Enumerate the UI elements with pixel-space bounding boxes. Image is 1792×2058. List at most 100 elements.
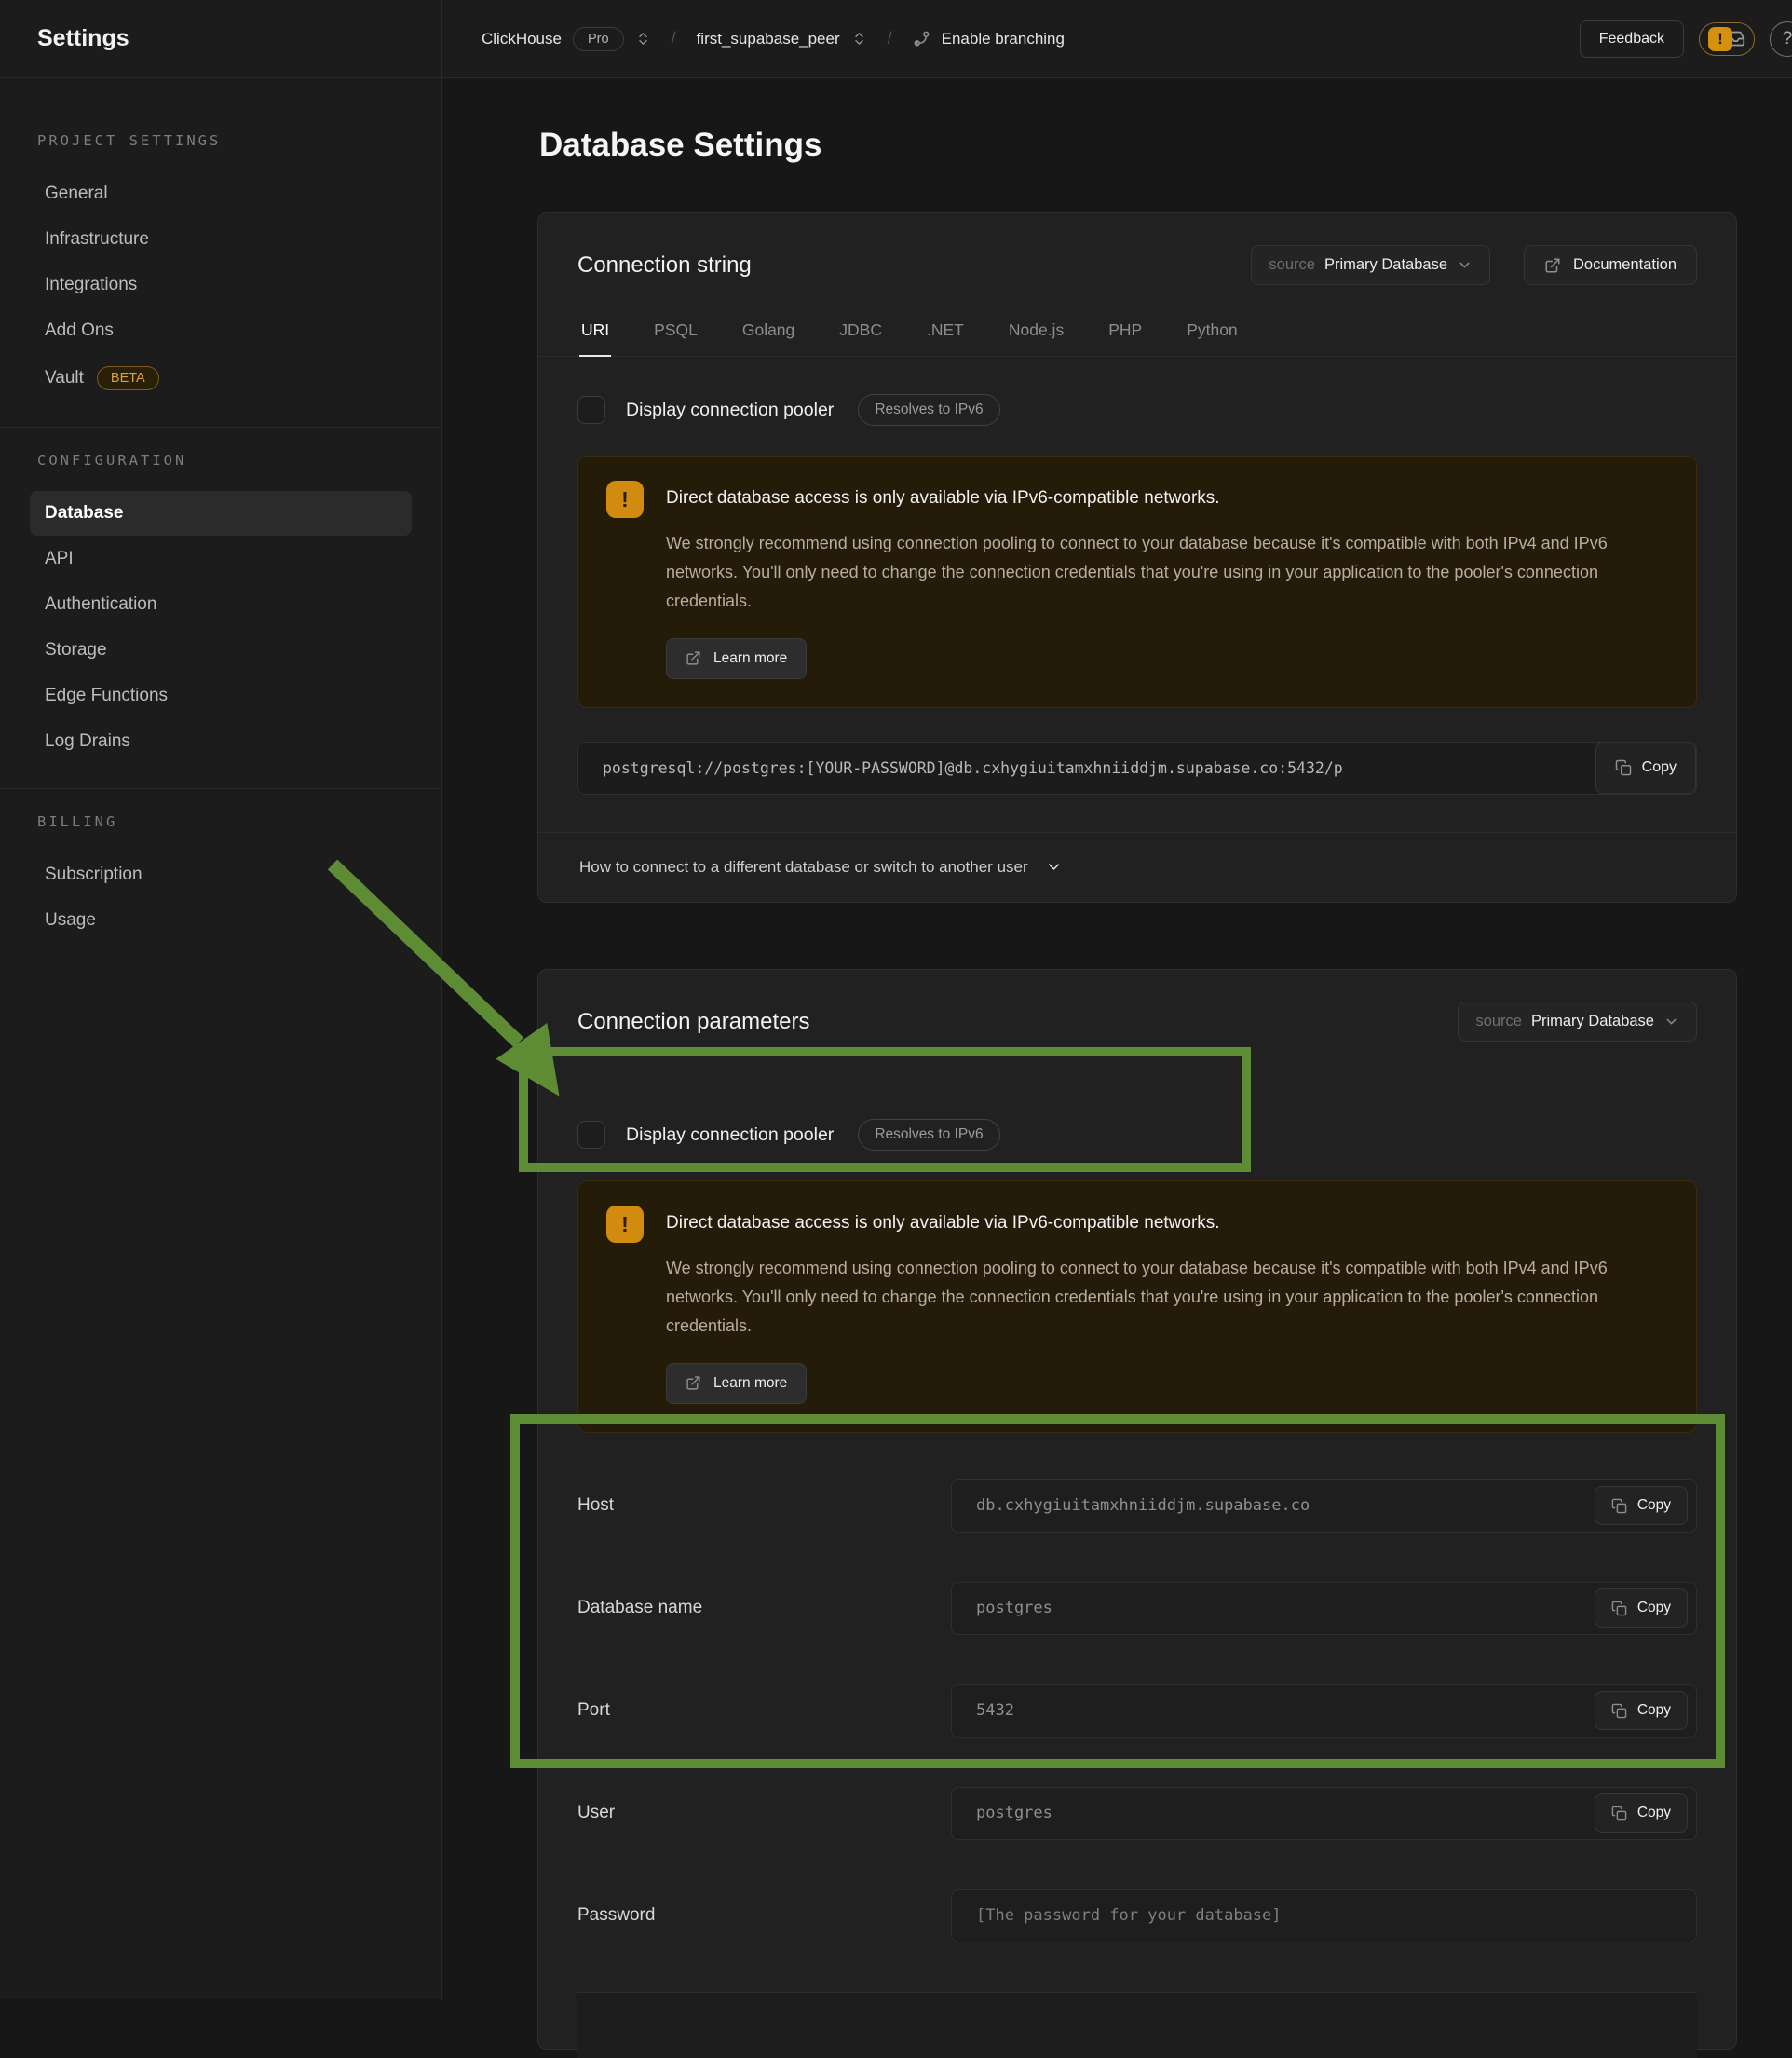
database-name-field-row: Database name postgres Copy: [577, 1582, 1697, 1635]
beta-badge: BETA: [97, 366, 159, 390]
learn-more-button[interactable]: Learn more: [666, 1363, 807, 1404]
tab-php[interactable]: PHP: [1106, 313, 1144, 356]
sidebar-item-integrations[interactable]: Integrations: [30, 263, 412, 307]
sidebar-item-authentication[interactable]: Authentication: [30, 582, 412, 627]
help-button[interactable]: ?: [1770, 21, 1792, 57]
database-name-label: Database name: [577, 1598, 951, 1618]
connect-help-expander[interactable]: How to connect to a different database o…: [538, 832, 1736, 902]
host-field[interactable]: db.cxhygiuitamxhniiddjm.supabase.co Copy: [951, 1479, 1697, 1533]
chevrons-up-down-icon[interactable]: [635, 31, 651, 47]
section-label-billing: BILLING: [37, 813, 404, 830]
section-label-project-settings: PROJECT SETTINGS: [37, 132, 404, 149]
port-value: 5432: [952, 1701, 1014, 1720]
password-field[interactable]: [951, 1889, 1697, 1942]
connection-parameter-fields: Host db.cxhygiuitamxhniiddjm.supabase.co…: [577, 1479, 1697, 1942]
sidebar-item-subscription[interactable]: Subscription: [30, 852, 412, 897]
copy-host-button[interactable]: Copy: [1595, 1486, 1688, 1525]
copy-uri-button[interactable]: Copy: [1595, 743, 1696, 794]
copy-icon: [1611, 1806, 1627, 1821]
tab-python[interactable]: Python: [1185, 313, 1239, 356]
host-label: Host: [577, 1495, 951, 1516]
connection-parameters-card: Connection parameters source Primary Dat…: [537, 969, 1737, 2050]
copy-icon: [1611, 1703, 1627, 1719]
warning-title: Direct database access is only available…: [666, 1206, 1220, 1233]
display-connection-pooler-checkbox[interactable]: [577, 1121, 605, 1149]
tab-dotnet[interactable]: .NET: [925, 313, 966, 356]
copy-user-button[interactable]: Copy: [1595, 1793, 1688, 1833]
sidebar-item-edge-functions[interactable]: Edge Functions: [30, 674, 412, 718]
user-field-row: User postgres Copy: [577, 1787, 1697, 1840]
section-label-configuration: CONFIGURATION: [37, 452, 404, 469]
connection-string-tabs: URI PSQL Golang JDBC .NET Node.js PHP Py…: [538, 313, 1736, 357]
tab-uri[interactable]: URI: [579, 313, 611, 357]
resolves-to-ipv6-badge: Resolves to IPv6: [858, 394, 999, 426]
sidebar-item-database[interactable]: Database: [30, 491, 412, 536]
ipv6-warning-callout: ! Direct database access is only availab…: [577, 1180, 1697, 1433]
sidebar-item-vault[interactable]: Vault BETA: [30, 354, 412, 402]
sidebar-item-storage[interactable]: Storage: [30, 628, 412, 673]
card-footer: [577, 1993, 1697, 2058]
settings-sidebar: PROJECT SETTINGS General Infrastructure …: [0, 78, 442, 1999]
main-content: Database Settings Connection string sour…: [442, 78, 1792, 1999]
breadcrumb-separator: /: [888, 29, 892, 48]
port-field-row: Port 5432 Copy: [577, 1684, 1697, 1738]
user-field[interactable]: postgres Copy: [951, 1787, 1697, 1840]
breadcrumb-org[interactable]: ClickHouse Pro: [482, 27, 651, 51]
project-name: first_supabase_peer: [697, 30, 840, 48]
connection-uri-field[interactable]: postgresql://postgres:[YOUR-PASSWORD]@db…: [577, 742, 1697, 795]
enable-branching-button[interactable]: Enable branching: [913, 30, 1065, 48]
port-label: Port: [577, 1700, 951, 1721]
sidebar-section-project-settings: PROJECT SETTINGS General Infrastructure …: [0, 132, 441, 402]
sidebar-item-usage[interactable]: Usage: [30, 898, 412, 943]
sidebar-item-infrastructure[interactable]: Infrastructure: [30, 217, 412, 262]
connect-help-label: How to connect to a different database o…: [579, 858, 1028, 877]
tab-nodejs[interactable]: Node.js: [1007, 313, 1066, 356]
feedback-button[interactable]: Feedback: [1580, 20, 1684, 58]
ipv6-warning-callout: ! Direct database access is only availab…: [577, 456, 1697, 708]
copy-icon: [1615, 759, 1632, 776]
copy-icon: [1611, 1498, 1627, 1514]
tab-golang[interactable]: Golang: [740, 313, 796, 356]
header-actions: Feedback ! ?: [1580, 20, 1792, 58]
sidebar-section-billing: BILLING Subscription Usage: [0, 813, 441, 943]
database-name-field[interactable]: postgres Copy: [951, 1582, 1697, 1635]
display-connection-pooler-checkbox[interactable]: [577, 396, 605, 424]
org-name: ClickHouse: [482, 30, 562, 48]
port-field[interactable]: 5432 Copy: [951, 1684, 1697, 1738]
sidebar-item-add-ons[interactable]: Add Ons: [30, 308, 412, 353]
sidebar-item-general[interactable]: General: [30, 171, 412, 216]
connection-uri-value: postgresql://postgres:[YOUR-PASSWORD]@db…: [578, 759, 1343, 777]
copy-database-name-button[interactable]: Copy: [1595, 1588, 1688, 1628]
breadcrumb-project[interactable]: first_supabase_peer: [697, 30, 867, 48]
breadcrumb-separator: /: [672, 29, 676, 48]
source-select[interactable]: source Primary Database: [1251, 245, 1490, 285]
warning-body: We strongly recommend using connection p…: [666, 1254, 1663, 1341]
sidebar-item-log-drains[interactable]: Log Drains: [30, 719, 412, 764]
alert-badge-icon: !: [1708, 27, 1732, 51]
password-input[interactable]: [952, 1890, 1696, 1942]
external-link-icon: [1544, 257, 1561, 274]
top-bar: Settings ClickHouse Pro / first_supabase…: [0, 0, 1792, 78]
breadcrumb: ClickHouse Pro / first_supabase_peer / E…: [482, 27, 1065, 51]
org-plan-badge: Pro: [573, 27, 624, 51]
source-value: Primary Database: [1324, 256, 1447, 274]
learn-more-button[interactable]: Learn more: [666, 638, 807, 679]
database-name-value: postgres: [952, 1599, 1052, 1617]
user-value: postgres: [952, 1804, 1052, 1822]
source-select[interactable]: source Primary Database: [1458, 1002, 1697, 1042]
copy-port-button[interactable]: Copy: [1595, 1691, 1688, 1730]
connection-string-title: Connection string: [577, 252, 752, 279]
notifications-button[interactable]: !: [1699, 22, 1755, 56]
sidebar-item-api[interactable]: API: [30, 537, 412, 581]
source-value: Primary Database: [1531, 1013, 1654, 1030]
sidebar-divider: [0, 788, 441, 789]
copy-icon: [1611, 1601, 1627, 1616]
tab-psql[interactable]: PSQL: [652, 313, 699, 356]
host-field-row: Host db.cxhygiuitamxhniiddjm.supabase.co…: [577, 1479, 1697, 1533]
chevron-down-icon: [1663, 1014, 1679, 1029]
tab-jdbc[interactable]: JDBC: [837, 313, 884, 356]
documentation-button[interactable]: Documentation: [1524, 245, 1697, 285]
connection-parameters-title: Connection parameters: [577, 1009, 809, 1035]
connection-string-card: Connection string source Primary Databas…: [537, 212, 1737, 903]
chevrons-up-down-icon[interactable]: [851, 31, 867, 47]
